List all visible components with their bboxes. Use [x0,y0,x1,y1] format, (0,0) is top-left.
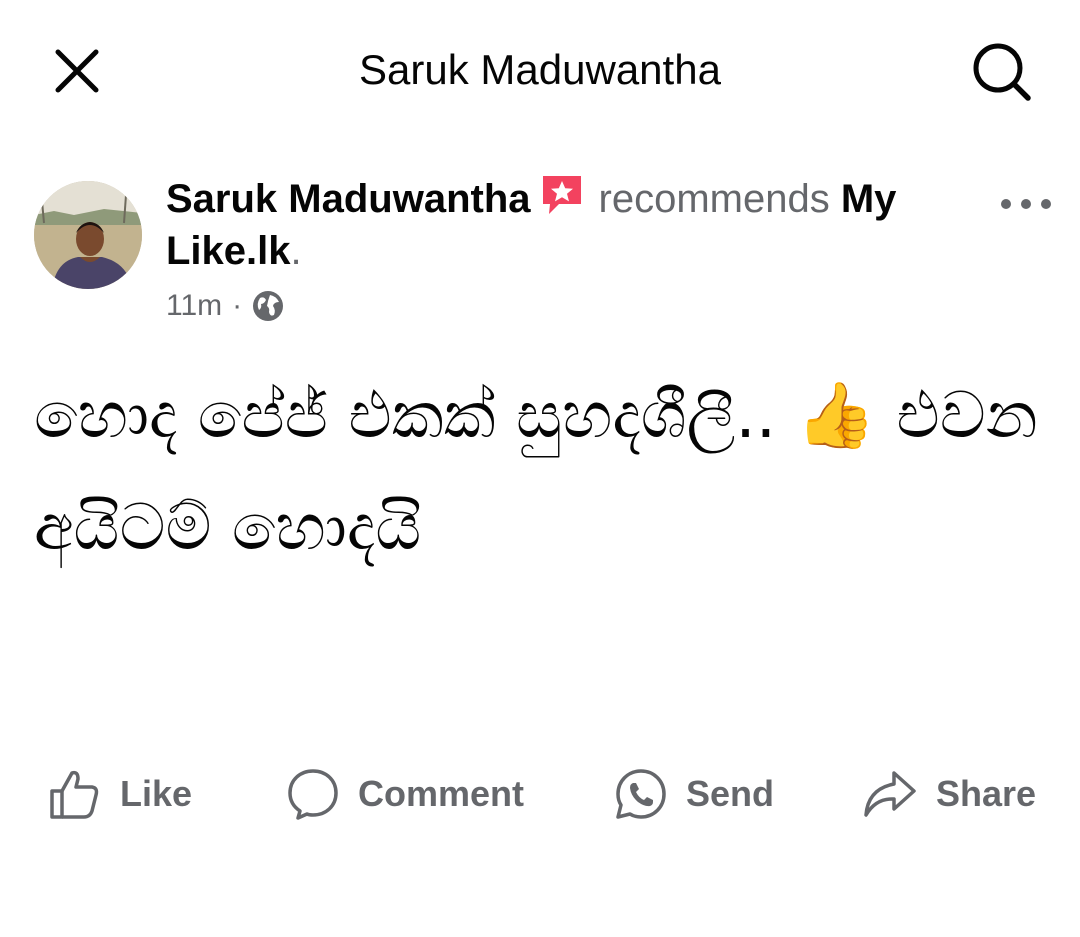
comment-label: Comment [358,773,525,814]
share-icon [864,771,916,817]
post-text: හොද පේජ් එකක් සුහදශීලී.. 👍 එවන අයිටම් හො… [34,379,1038,565]
like-icon [50,770,99,819]
author-name[interactable]: Saruk Maduwantha [166,177,531,221]
top-bar: Saruk Maduwantha [0,0,1080,140]
avatar[interactable] [34,181,142,289]
send-label: Send [686,773,775,814]
post-meta: 11m · [166,286,284,326]
more-options-icon [1001,199,1051,209]
headline-period: . [290,229,302,273]
globe-icon [253,291,284,321]
avatar-photo [34,181,142,289]
search-icon [973,43,1031,101]
close-icon [55,49,99,93]
comment-icon [288,769,338,820]
send-button[interactable]: Send [614,758,774,830]
share-button[interactable]: Share [862,758,1036,830]
post-headline: Saruk Maduwantha recommends My Like.lk. [166,172,966,277]
like-button[interactable]: Like [48,758,192,830]
share-label: Share [936,773,1037,814]
post-action-bar: Like Comment Send Share [0,758,1080,830]
meta-separator: · [232,289,243,322]
search-button[interactable] [964,36,1040,108]
recommends-text: recommends [598,177,830,221]
post-time[interactable]: 11m [166,289,222,323]
like-label: Like [120,773,193,814]
more-options-button[interactable] [996,184,1056,224]
close-button[interactable] [44,38,110,104]
whatsapp-icon [616,769,666,819]
comment-button[interactable]: Comment [286,758,524,830]
post-header: Saruk Maduwantha recommends My Like.lk. … [0,160,1080,330]
recommendation-star-icon [542,176,581,214]
page-title: Saruk Maduwantha [359,46,721,93]
